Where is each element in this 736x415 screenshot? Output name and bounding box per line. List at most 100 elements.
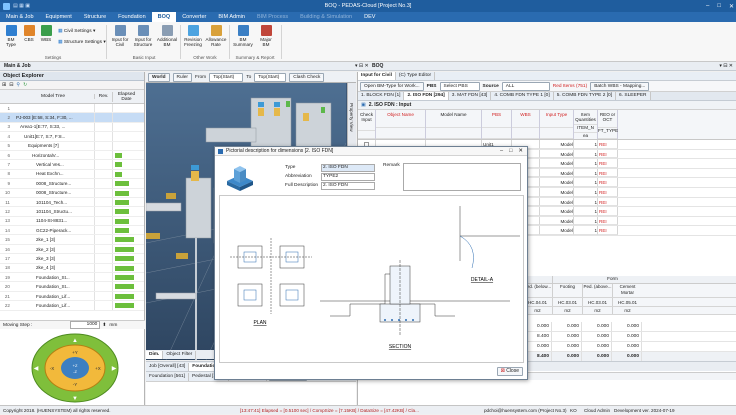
qty-header-cell[interactable]: HC.05.01 [612, 298, 642, 306]
tree-row[interactable]: 3 Area1-1[E:77, S:33, ... [0, 122, 144, 133]
tree-row[interactable]: 2 PJ-003 [E:58, S:34, F:30, ... [0, 113, 144, 123]
tree-node-label[interactable]: 2ke_1 [3] [36, 237, 94, 242]
tree-node-label[interactable]: Vertical Ves... [36, 162, 94, 167]
tree-row[interactable]: 16 2ke_2 [3] [0, 244, 144, 255]
col-model-tree[interactable]: Model Tree [12, 94, 94, 99]
input-civil-button[interactable]: Input for Civil [110, 25, 130, 47]
tree-row[interactable]: 9 0008_Structure... [0, 179, 144, 189]
qty-header-cell[interactable]: m2 [552, 307, 582, 314]
qty-header-cell[interactable]: Cement Mortar [612, 284, 642, 297]
tree-node-label[interactable]: Equipments [7] [28, 143, 94, 148]
pbs-select[interactable]: Select PBS [439, 81, 480, 91]
tree-node-label[interactable]: Foundation_Lif... [36, 303, 94, 308]
tab-block-fdn[interactable]: 1. BLOCK FDN [1] [358, 92, 405, 100]
dialog-minimize-button[interactable]: – [500, 148, 503, 154]
qty-header-cell[interactable]: HC.03.01 [552, 298, 582, 306]
wbs-button[interactable]: WBS [39, 25, 53, 42]
tab-job-overall[interactable]: Job [Overall] [43] [146, 362, 190, 371]
tree-row[interactable]: 21 Foundation_Lif... [0, 291, 144, 302]
col-rev[interactable]: Rev. [94, 94, 112, 99]
maximize-button[interactable]: □ [717, 3, 721, 10]
pin-icon-right[interactable]: ▾ ⊟ ✕ [719, 63, 733, 69]
tree-row[interactable]: 19 Foundation_St... [0, 273, 144, 283]
tree-node-label[interactable]: 1104-St-8831... [36, 218, 94, 223]
moving-step-spin[interactable]: ⬍ [102, 323, 106, 328]
tree-row[interactable]: 22 Foundation_Lif... [0, 301, 144, 311]
tab-comb-fdn-1[interactable]: 4. COMB FDN TYPE 1 [0] [491, 92, 554, 100]
bm-type-button[interactable]: BM Type [3, 25, 19, 47]
navigation-wheel[interactable]: ▲ ▼ ◀ ▶ +Y -Y -X +X +Z -Z [30, 332, 120, 404]
tree-node-label[interactable]: Area1-1[E:77, S:33, ... [20, 124, 94, 129]
red-items-badge[interactable]: Red Items (751) [553, 84, 587, 89]
tab-iso-fdn[interactable]: 2. ISO FDN [294] [404, 92, 449, 100]
close-button[interactable]: ✕ [729, 3, 734, 10]
boq-col-header[interactable]: Item Quantities ITEM_N ea [574, 110, 598, 139]
dialog-maximize-button[interactable]: □ [509, 148, 512, 154]
additional-bm-button[interactable]: Additional BM [156, 25, 178, 47]
tab-mat-fdn[interactable]: 3. MAT FDN [43] [448, 92, 492, 100]
revision-freezing-button[interactable]: Revision Freezing [182, 25, 204, 47]
tree-row[interactable]: 17 2ke_3 [3] [0, 254, 144, 264]
tree-node-label[interactable]: Foundation_St... [36, 284, 94, 289]
tree-row[interactable]: 1 [0, 104, 144, 114]
source-select[interactable]: ALL [501, 81, 550, 91]
to-select[interactable]: Top(Start) [254, 72, 287, 82]
input-structure-button[interactable]: Input for Structure [132, 25, 154, 47]
boq-col-header[interactable]: WBS [512, 110, 540, 139]
tree-node-label[interactable]: HorizontalV... [32, 153, 94, 158]
civil-settings-button[interactable]: ▦ Civil Settings ▾ [58, 29, 95, 34]
filter-icon[interactable]: ⚲ [16, 82, 20, 88]
open-bm-type-button[interactable]: Open BM-Type for Work... [360, 81, 424, 91]
boq-col-header[interactable]: Object Name [376, 110, 426, 139]
collapse-icon[interactable]: ⊟ [9, 82, 13, 88]
tree-node-label[interactable]: Foundation_St... [36, 275, 94, 280]
tab-comb-fdn-2[interactable]: 5. COMB FDN TYPE 2 [0] [553, 92, 617, 100]
tree-row[interactable]: 11 101104_Tech... [0, 197, 144, 208]
bm-summary-button[interactable]: BM Summary [231, 25, 255, 47]
save-icon[interactable]: ▣ [361, 102, 366, 108]
expand-icon[interactable]: ⊞ [2, 82, 6, 88]
menu-bim-process[interactable]: BIM Process [251, 12, 294, 22]
tree-row[interactable]: 5 Equipments [7] [0, 141, 144, 151]
tree-node-label[interactable]: 101104_Tech... [36, 200, 94, 205]
ruler-tab[interactable]: Ruler [172, 72, 192, 82]
menu-dev[interactable]: DEV [358, 12, 381, 22]
qty-header-cell[interactable]: HC.03.01 [582, 298, 612, 306]
tree-row[interactable]: 7 Vertical Ves... [0, 160, 144, 170]
tab-input-civil[interactable]: Input for Civil [358, 72, 396, 80]
tab-main-job[interactable]: Main & Job [0, 63, 35, 69]
tree-node-label[interactable]: Heat Exchn... [36, 171, 94, 176]
tree-row[interactable]: 14 GC22-Piperack... [0, 226, 144, 236]
tree-row[interactable]: 20 Foundation_St... [0, 282, 144, 292]
tree-row[interactable]: 8 Heat Exchn... [0, 169, 144, 180]
boq-col-header[interactable]: Check Input [358, 110, 376, 139]
tree-node-label[interactable]: 2ke_4 [3] [36, 265, 94, 270]
menu-main-job[interactable]: Main & Job [0, 12, 40, 22]
tree-node-label[interactable]: 0008_Structure... [36, 190, 94, 195]
tree-row[interactable]: 18 2ke_4 [3] [0, 263, 144, 274]
tree-row[interactable]: 6 HorizontalV... [0, 150, 144, 161]
minimize-button[interactable]: – [706, 3, 709, 10]
batch-wbs-button[interactable]: Batch WBS - Mapping... [590, 81, 650, 91]
cbs-button[interactable]: CBS [22, 25, 36, 42]
property-view-tab[interactable]: Property View [349, 103, 354, 132]
tree-row[interactable]: 12 101104_Structu... [0, 207, 144, 217]
qty-header-cell[interactable]: Footing [552, 284, 582, 297]
menu-converter[interactable]: Converter [176, 12, 212, 22]
dim-tab[interactable]: Dim. [146, 350, 164, 359]
tab-sleeper[interactable]: 6. SLEEPER [616, 92, 651, 100]
col-elapsed[interactable]: Elapsed Date [112, 91, 140, 102]
dialog-close-button[interactable]: ⊠ Close [496, 367, 523, 376]
tree-row[interactable]: 15 2ke_1 [3] [0, 235, 144, 245]
boq-col-header[interactable]: PBS [482, 110, 512, 139]
tree-node-label[interactable]: Foundation_Lif... [36, 294, 94, 299]
tab-foundation[interactable]: Foundation [561] [146, 372, 190, 381]
object-filter-tab[interactable]: Object Filter [163, 350, 197, 359]
tree-row[interactable]: 10 0008_Structure... [0, 188, 144, 198]
menu-bim-admin[interactable]: BIM Admin [212, 12, 251, 22]
moving-step-input[interactable]: 1000 [70, 321, 101, 329]
tree-node-label[interactable]: 101104_Structu... [36, 209, 94, 214]
tab-type-editor[interactable]: (C) Type Editor [395, 72, 436, 80]
structure-settings-button[interactable]: ▦ Structure Settings ▾ [58, 40, 106, 45]
tree-row[interactable]: 4 Unit1[E:7, S:7, F:8... [0, 132, 144, 142]
